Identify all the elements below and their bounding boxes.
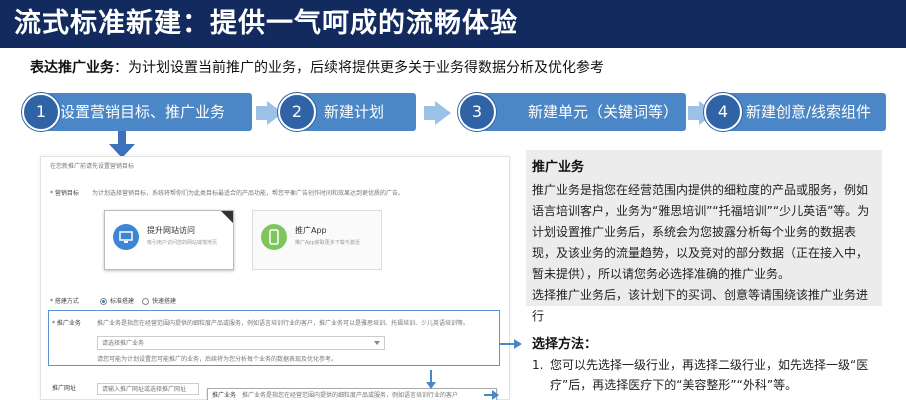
goal-sub-website: 吸引用户访问您的网站或落地页 (147, 240, 218, 246)
callout-text: 推广业务是指您在经营范围内提供的细粒度产品或服务，例如语言培训行业的客户 (242, 392, 459, 399)
explanation-note: 选择推广业务后，该计划下的买词、创意等请围绕该推广业务进行 (532, 288, 869, 323)
arrow-down-icon (426, 382, 436, 389)
goal-hint: 为计划选择营销目标，系统将帮你们为此类目标最适合的产品功能，帮您平衡广告创作时间… (92, 190, 405, 197)
method-item-number: 1. (532, 358, 544, 372)
mode-label: * 搭建方式 (50, 298, 79, 305)
url-label: 推广网址 (52, 385, 77, 392)
business-note: 请您可能为计划设置您可能推广的业务，后续将为您分析每个业务的数据表现及优化参考。 (97, 356, 338, 363)
step-arrow-2 (435, 101, 451, 125)
intro-term: 表达推广业务 (30, 60, 114, 76)
goal-label: * 营销目标 (50, 190, 79, 197)
callout-label: 推广业务 (212, 392, 237, 399)
step-1-number: 1 (22, 93, 60, 131)
business-select[interactable]: 请选择推广业务 (97, 336, 385, 350)
step-2-label: 新建计划 (324, 103, 385, 121)
explanation-title: 推广业务 (532, 160, 585, 175)
mode-radio-quick[interactable] (142, 298, 149, 305)
step-1-label: 设置营销目标、推广业务 (60, 103, 226, 121)
explanation-text: 推广业务是指您在经营范围内提供的细粒度的产品或服务，例如语言培训客户，业务为“雅… (532, 183, 870, 281)
url-input[interactable]: 请输入推广网址或选择推广网址 (97, 383, 199, 395)
step-3-label: 新建单元（关键词等） (528, 103, 679, 121)
business-select-placeholder: 请选择推广业务 (102, 340, 145, 347)
arrow-right-icon (514, 339, 522, 349)
method-title: 选择方法： (532, 337, 598, 352)
intro-line: 表达推广业务：为计划设置当前推广的业务，后续将提供更多关于业务得数据分析及优化参… (30, 58, 604, 78)
banner-title: 流式标准新建：提供一气呵成的流畅体验 (14, 8, 518, 39)
selected-corner-icon (221, 211, 233, 223)
form-header: 在您新推广前请先设置营销目标 (50, 163, 135, 170)
mode-option-standard: 标准搭建 (110, 298, 135, 305)
monitor-icon (113, 224, 139, 250)
url-placeholder: 请输入推广网址或选择推广网址 (102, 386, 187, 393)
step-4-number: 4 (704, 93, 742, 131)
mode-option-quick: 快速搭建 (152, 298, 177, 305)
goal-card-website[interactable]: 提升网站访问 吸引用户访问您的网站或落地页 (104, 210, 234, 270)
business-hint: 推广业务是指您在经营范围内提供的细粒度产品或服务，例如语言培训行业的客户，推广业… (97, 320, 470, 327)
mode-radio-standard[interactable] (100, 298, 107, 305)
intro-text: ：为计划设置当前推广的业务，后续将提供更多关于业务得数据分析及优化参考 (114, 60, 604, 76)
goal-title-website: 提升网站访问 (147, 226, 195, 235)
method-item-text: 您可以先选择一级行业，再选择二级行业，如先选择一级“医疗”后，再选择医疗下的“美… (550, 358, 869, 392)
step-1: 设置营销目标、推广业务 (38, 93, 252, 131)
business-label: * 推广业务 (52, 320, 81, 327)
step-3: 新建单元（关键词等） (478, 93, 686, 131)
step-4: 新建创意/线索组件 (722, 93, 886, 131)
step-2-number: 2 (278, 93, 316, 131)
step-3-number: 3 (458, 93, 496, 131)
goal-sub-app: 推广App获取更多下载与激活 (295, 240, 360, 246)
business-tooltip: 推广业务 推广业务是指您在经营范围内提供的细粒度产品或服务，例如语言培训行业的客… (207, 388, 497, 400)
chevron-down-icon (374, 341, 380, 345)
header-banner: 流式标准新建：提供一气呵成的流畅体验 (0, 0, 906, 48)
down-arrow-icon-stem (118, 131, 126, 145)
explanation-body: 推广业务是指您在经营范围内提供的细粒度的产品或服务，例如语言培训客户，业务为“雅… (532, 180, 878, 327)
arrow-right-small-icon (492, 390, 499, 400)
goal-card-app[interactable]: 推广App 推广App获取更多下载与激活 (252, 210, 382, 270)
step-4-label: 新建创意/线索组件 (746, 103, 872, 121)
goal-title-app: 推广App (295, 226, 327, 235)
app-icon (261, 224, 287, 250)
